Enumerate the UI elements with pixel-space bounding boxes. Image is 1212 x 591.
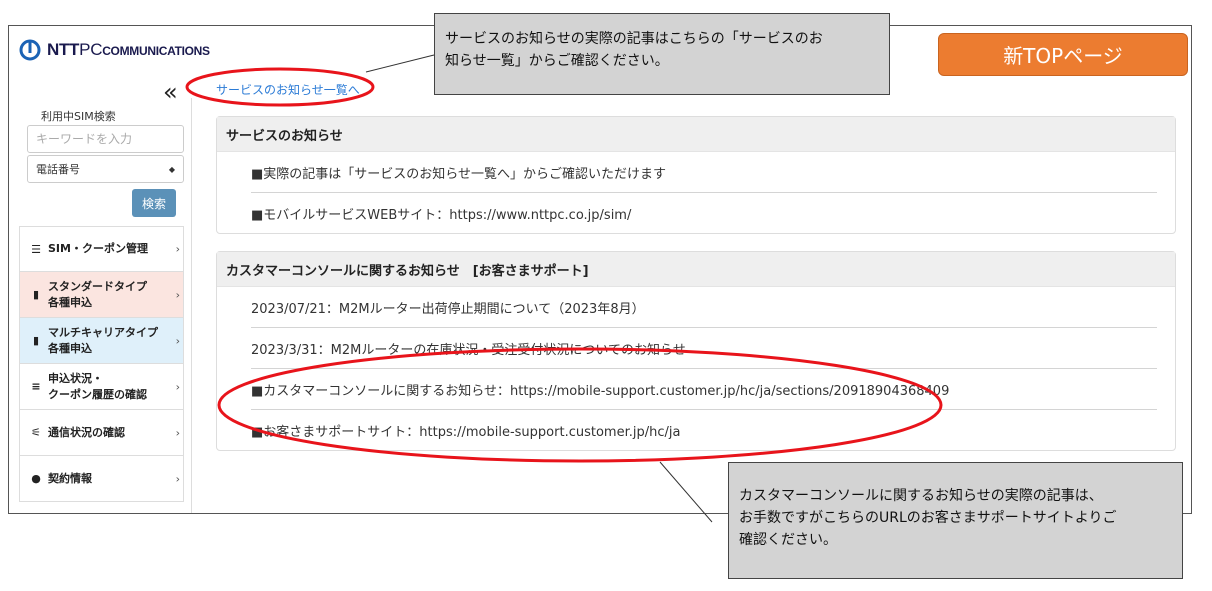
sidebar-item-sim-coupon[interactable]: ☰ SIM・クーポン管理 › xyxy=(19,226,184,272)
service-notice-title: サービスのお知らせ xyxy=(217,117,1175,152)
sidebar-item-standard-type[interactable]: ▮ スタンダードタイプ 各種申込 › xyxy=(19,272,184,318)
sidebar-item-label: SIM・クーポン管理 xyxy=(48,242,148,255)
sidebar-item-contract-info[interactable]: ● 契約情報 › xyxy=(19,456,184,502)
sim-card-icon: ▮ xyxy=(32,288,40,301)
keyword-search-input[interactable] xyxy=(27,125,184,153)
screenshot-frame: NTTPCCOMMUNICATIONS « サービスのお知らせ一覧へ 利用中SI… xyxy=(8,25,1192,514)
search-type-select[interactable]: 電話番号 ◆ xyxy=(27,155,184,183)
callout-top-line2: 知らせ一覧」からご確認ください。 xyxy=(445,53,669,69)
sidebar-item-label: 申込状況・クーポン履歴の確認 xyxy=(48,371,147,403)
search-list-icon: ≡ xyxy=(31,380,41,393)
list-item[interactable]: ■モバイルサービスWEBサイト：https://www.nttpc.co.jp/… xyxy=(251,193,1157,233)
signal-icon: ⚟ xyxy=(31,426,41,439)
label-line2: 各種申込 xyxy=(48,295,92,309)
chevron-right-icon: › xyxy=(175,426,180,439)
callout-top: サービスのお知らせの実際の記事はこちらの「サービスのお 知らせ一覧」からご確認く… xyxy=(434,13,890,95)
list-icon: ☰ xyxy=(31,242,41,256)
logo-text: NTTPCCOMMUNICATIONS xyxy=(47,40,210,60)
console-notice-panel: カスタマーコンソールに関するお知らせ [お客さまサポート] 2023/07/21… xyxy=(216,251,1176,451)
chevron-right-icon: › xyxy=(175,380,180,393)
sidebar-item-multicarrier-type[interactable]: ▮ マルチキャリアタイプ 各種申込 › xyxy=(19,318,184,364)
info-icon: ● xyxy=(31,472,41,485)
console-notice-title: カスタマーコンソールに関するお知らせ [お客さまサポート] xyxy=(217,252,1175,287)
search-type-value: 電話番号 xyxy=(36,163,80,176)
service-notice-panel: サービスのお知らせ ■実際の記事は「サービスのお知らせ一覧へ」からご確認いただけ… xyxy=(216,116,1176,234)
search-button[interactable]: 検索 xyxy=(132,189,176,217)
new-top-page-button[interactable]: 新TOPページ xyxy=(938,33,1188,76)
list-item[interactable]: ■お客さまサポートサイト：https://mobile-support.cust… xyxy=(251,410,1157,450)
sim-card-icon: ▮ xyxy=(32,334,40,347)
sidebar-item-label: 通信状況の確認 xyxy=(48,425,125,439)
callout-bottom-line3: 確認ください。 xyxy=(739,532,837,548)
sidebar-item-label: マルチキャリアタイプ 各種申込 xyxy=(48,325,158,357)
callout-bottom: カスタマーコンソールに関するお知らせの実際の記事は、 お手数ですがこちらのURL… xyxy=(728,462,1183,579)
chevron-right-icon: › xyxy=(175,242,180,256)
logo-communications: COMMUNICATIONS xyxy=(102,44,210,58)
label-line2: 各種申込 xyxy=(48,341,92,355)
service-notice-list-link[interactable]: サービスのお知らせ一覧へ xyxy=(216,81,360,98)
sidebar-item-label: スタンダードタイプ 各種申込 xyxy=(48,279,147,311)
chevron-right-icon: › xyxy=(175,472,180,485)
sim-search-label: 利用中SIM検索 xyxy=(41,110,116,123)
list-item[interactable]: 2023/07/21：M2Mルーター出荷停止期間について（2023年8月） xyxy=(251,287,1157,328)
sidebar: 利用中SIM検索 電話番号 ◆ 検索 ☰ SIM・クーポン管理 › ▮ スタンダ… xyxy=(9,98,192,513)
sidebar-menu: ☰ SIM・クーポン管理 › ▮ スタンダードタイプ 各種申込 › ▮ マルチキャ… xyxy=(19,226,184,502)
label-line1: スタンダードタイプ xyxy=(48,279,147,293)
list-item[interactable]: 2023/3/31：M2Mルーターの在庫状況・受注受付状況についてのお知らせ xyxy=(251,328,1157,369)
callout-bottom-line2: お手数ですがこちらのURLのお客さまサポートサイトよりご xyxy=(739,510,1117,526)
logo-pc: PC xyxy=(79,40,103,59)
select-arrows-icon: ◆ xyxy=(168,164,175,174)
sidebar-item-communication-status[interactable]: ⚟ 通信状況の確認 › xyxy=(19,410,184,456)
callout-bottom-line1: カスタマーコンソールに関するお知らせの実際の記事は、 xyxy=(739,488,1103,504)
logo-ntt: NTT xyxy=(47,40,80,59)
chevron-right-icon: › xyxy=(175,288,180,301)
list-item[interactable]: ■カスタマーコンソールに関するお知らせ：https://mobile-suppo… xyxy=(251,369,1157,410)
sidebar-item-label: 契約情報 xyxy=(48,471,92,485)
sidebar-item-application-status[interactable]: ≡ 申込状況・クーポン履歴の確認 › xyxy=(19,364,184,410)
label-line1: 申込状況・ xyxy=(48,371,103,385)
list-item: ■実際の記事は「サービスのお知らせ一覧へ」からご確認いただけます xyxy=(251,152,1157,193)
label-line2: クーポン履歴の確認 xyxy=(48,387,147,401)
ntt-logo-icon xyxy=(19,39,41,61)
callout-top-line1: サービスのお知らせの実際の記事はこちらの「サービスのお xyxy=(445,31,823,47)
chevron-right-icon: › xyxy=(175,334,180,347)
label-line1: マルチキャリアタイプ xyxy=(48,325,158,339)
logo[interactable]: NTTPCCOMMUNICATIONS xyxy=(19,39,210,61)
